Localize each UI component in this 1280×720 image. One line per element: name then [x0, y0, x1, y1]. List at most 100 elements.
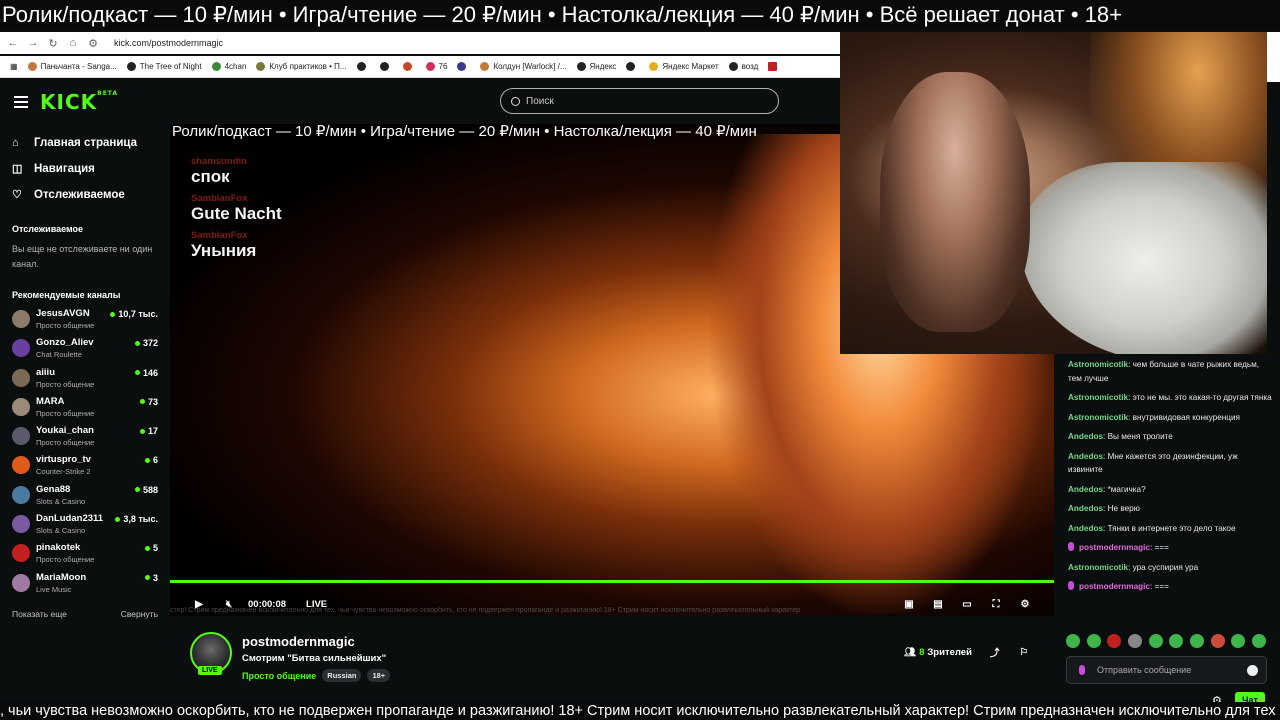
bookmarks-bar: ▦ Паньчанта - Sanga... The Tree of Night…: [0, 56, 840, 78]
home-browser-icon[interactable]: ⌂: [66, 37, 80, 49]
share-icon[interactable]: ⤴: [990, 645, 1000, 659]
collapse-button[interactable]: Свернуть: [121, 609, 158, 619]
recommended-channel[interactable]: DanLudan2311 Slots & Casino 3,8 тыс.: [0, 513, 170, 542]
chat-username[interactable]: Astronomicotik: [1068, 563, 1128, 572]
chat-text: *магичка?: [1107, 484, 1146, 494]
chat-username[interactable]: Andedos: [1068, 524, 1103, 533]
show-more-button[interactable]: Показать еще: [12, 609, 67, 619]
tag-language[interactable]: Russian: [322, 669, 362, 682]
chat-username[interactable]: postmodernmagic: [1079, 582, 1150, 591]
emote-icon[interactable]: [1066, 634, 1080, 648]
chat-username[interactable]: Andedos: [1068, 485, 1103, 494]
chat-text: Не верю: [1107, 504, 1140, 513]
site-info-icon[interactable]: ⚙: [86, 37, 100, 50]
kick-logo[interactable]: KICKBETA: [40, 90, 118, 114]
channel-viewers: 73: [139, 397, 158, 407]
recommended-channel[interactable]: Youkai_chan Просто общение 17: [0, 425, 170, 454]
bookmark[interactable]: 4chan: [211, 62, 246, 71]
emote-icon[interactable]: [1148, 634, 1163, 648]
live-indicator: LIVE: [306, 598, 328, 610]
following-empty: Вы еще не отслеживаете ни один канал.: [12, 244, 153, 269]
chat-message: postmodernmagic: ===: [1062, 578, 1280, 598]
channel-avatar: [12, 310, 30, 328]
bookmark[interactable]: [457, 62, 470, 71]
live-dot-icon: [144, 545, 150, 551]
chat-username[interactable]: Astronomicotik: [1068, 360, 1128, 369]
stream-info: LIVE postmodernmagic Смотрим "Битва силь…: [170, 628, 1054, 698]
apps-icon[interactable]: ▦: [10, 62, 18, 71]
live-dot-icon: [139, 428, 145, 434]
channel-avatar: [12, 573, 30, 592]
streamer-name[interactable]: postmodernmagic: [242, 634, 355, 649]
miniplayer-icon[interactable]: ▣: [902, 597, 916, 611]
bookmark[interactable]: [402, 62, 416, 71]
bookmark[interactable]: [768, 62, 781, 71]
emote-icon[interactable]: [1107, 634, 1122, 648]
chat-username[interactable]: Andedos: [1068, 452, 1103, 461]
bookmark[interactable]: Паньчанта - Sanga...: [27, 62, 117, 71]
emote-icon[interactable]: [1231, 634, 1246, 648]
browser-address-bar: ← → ↻ ⌂ ⚙ kick.com/postmodernmagic: [0, 32, 840, 54]
chat-username[interactable]: postmodernmagic: [1079, 543, 1150, 552]
channel-viewers: 5: [144, 543, 158, 553]
menu-icon[interactable]: [14, 93, 28, 111]
video-progress-bar[interactable]: [170, 580, 1054, 583]
back-icon[interactable]: ←: [6, 37, 20, 49]
reload-icon[interactable]: ↻: [46, 37, 60, 50]
emoji-icon[interactable]: [1247, 664, 1258, 676]
recommended-channel[interactable]: Gonzo_Aliev Chat Roulette 372: [0, 337, 170, 366]
bookmark[interactable]: [379, 62, 393, 71]
bookmark[interactable]: [626, 62, 639, 71]
emote-icon[interactable]: [1169, 634, 1184, 648]
tag-age[interactable]: 18+: [367, 669, 391, 682]
clip-icon[interactable]: ▤: [931, 597, 945, 611]
forward-icon[interactable]: →: [26, 37, 40, 49]
bookmark[interactable]: Колдун [Warlock] /...: [480, 62, 567, 71]
chat-username[interactable]: Andedos: [1068, 504, 1103, 513]
recommended-channel[interactable]: pinakotek Просто общение 5: [0, 542, 170, 571]
recommended-channel[interactable]: MariaMoon Live Music 3: [0, 572, 170, 601]
channel-name: pinakotek: [36, 542, 81, 554]
chat-username[interactable]: Astronomicotik: [1068, 413, 1128, 422]
chat-username[interactable]: Andedos: [1068, 432, 1103, 441]
nav-following[interactable]: ♡ Отслеживаемое: [0, 182, 170, 208]
nav-home[interactable]: ⌂ Главная страница: [0, 130, 170, 156]
chat-message: Astronomicotik: ура суспирия ура: [1068, 562, 1199, 572]
bookmark[interactable]: [356, 62, 370, 71]
stream-category[interactable]: Просто общение: [242, 671, 316, 681]
recommended-channel[interactable]: JesusAVGN Просто общение 10,7 тыс.: [0, 308, 170, 337]
bookmark[interactable]: Яндекс Маркет: [649, 62, 719, 71]
fullscreen-icon[interactable]: ⛶: [989, 597, 1003, 611]
follow-icon[interactable]: ⚐: [1019, 647, 1028, 658]
search-placeholder: Поиск: [526, 95, 554, 107]
recommended-channel[interactable]: virtuspro_tv Counter-Strike 2 6: [0, 454, 170, 483]
play-icon[interactable]: ▶: [192, 597, 206, 611]
recommended-channel[interactable]: aiiiu Просто общение 146: [0, 367, 170, 396]
bookmark[interactable]: возд: [728, 62, 758, 71]
emote-icon[interactable]: [1127, 634, 1142, 648]
settings-icon[interactable]: ⚙: [1018, 597, 1032, 611]
nav-browse[interactable]: ◫ Навигация: [0, 156, 170, 182]
bookmark[interactable]: Яндекс: [576, 62, 616, 71]
emote-icon[interactable]: [1251, 634, 1266, 648]
recommended-channel[interactable]: Gena88 Slots & Casino 588: [0, 484, 170, 513]
channel-viewers: 17: [139, 426, 158, 436]
webcam-overlay: [840, 32, 1267, 354]
channel-avatar: [12, 368, 30, 387]
bookmark[interactable]: 76: [425, 62, 447, 71]
theater-icon[interactable]: ▭: [960, 597, 974, 611]
mute-icon[interactable]: 🔇︎: [222, 597, 236, 611]
emote-icon[interactable]: [1086, 634, 1101, 648]
search-input[interactable]: Поиск: [500, 88, 779, 114]
url-text[interactable]: kick.com/postmodernmagic: [114, 38, 223, 48]
mic-icon: [1079, 665, 1085, 675]
live-dot-icon: [139, 399, 145, 405]
recommended-channel[interactable]: MARA Просто общение 73: [0, 396, 170, 425]
emote-icon[interactable]: [1189, 634, 1204, 648]
bookmark[interactable]: Клуб практиков • П...: [256, 62, 347, 71]
chat-username[interactable]: Astronomicotik: [1068, 393, 1128, 402]
emote-icon[interactable]: [1210, 634, 1225, 648]
chat-input[interactable]: Отправить сообщение: [1066, 656, 1267, 684]
chat-message: Astronomicotik: чем больше в чате рыжих …: [1068, 360, 1260, 383]
bookmark[interactable]: The Tree of Night: [126, 62, 202, 71]
